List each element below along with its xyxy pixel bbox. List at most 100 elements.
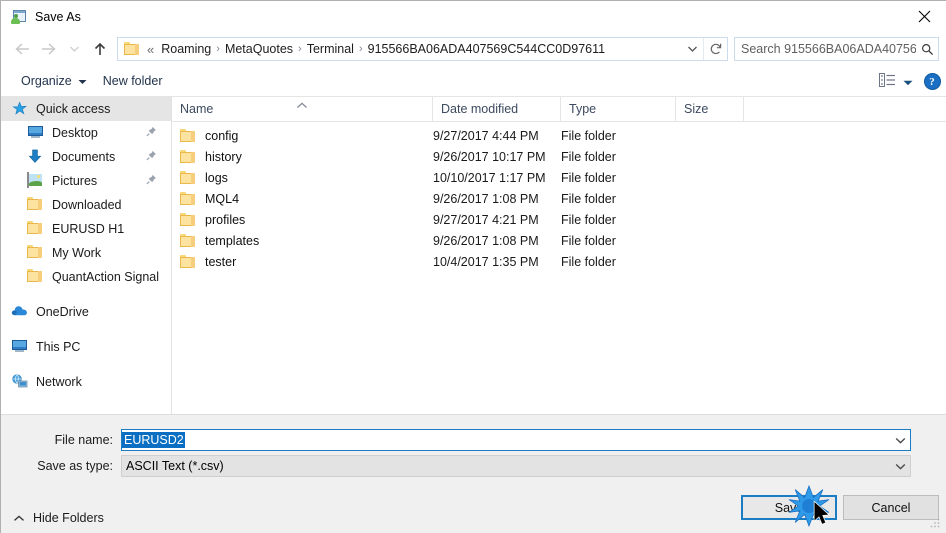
sidebar-item-downloaded[interactable]: Downloaded [1,193,171,217]
file-name-label: profiles [205,212,246,227]
organize-button[interactable]: Organize [13,69,95,93]
folder-icon [27,221,45,237]
table-row[interactable]: MQL4 9/26/2017 1:08 PM File folder [172,188,946,209]
table-row[interactable]: config 9/27/2017 4:44 PM File folder [172,125,946,146]
file-name-label: history [205,149,242,164]
refresh-icon[interactable] [703,38,727,60]
navigation-bar: « Roaming › MetaQuotes › Terminal › 9155… [1,32,946,66]
file-type-cell: File folder [561,149,616,164]
sidebar-divider [1,324,171,335]
table-row[interactable]: tester 10/4/2017 1:35 PM File folder [172,251,946,272]
column-header-name[interactable]: Name [172,97,433,121]
back-icon[interactable] [9,36,35,62]
new-folder-button[interactable]: New folder [95,69,171,93]
sidebar-item-desktop[interactable]: Desktop [1,121,171,145]
breadcrumb-item-metaquotes[interactable]: MetaQuotes [221,42,297,56]
folder-icon [124,42,140,56]
file-name-label: MQL4 [205,191,240,206]
sidebar-item-my-work[interactable]: My Work [1,241,171,265]
file-date-cell: 10/4/2017 1:35 PM [433,254,539,269]
file-name-label: tester [205,254,237,269]
help-icon[interactable]: ? [917,66,946,97]
sidebar-item-this-pc[interactable]: This PC [1,335,171,359]
file-name-label: config [205,128,239,143]
file-type-cell: File folder [561,254,616,269]
view-chevron-down-icon[interactable] [903,75,913,89]
address-chevron-down-icon[interactable] [681,38,703,60]
file-name-input[interactable]: EURUSD2 [121,429,911,451]
monitor-icon [11,339,29,355]
change-view-button[interactable] [875,70,917,94]
file-date-cell: 10/10/2017 1:17 PM [433,170,546,185]
hide-folders-button[interactable]: Hide Folders [13,511,104,525]
folder-icon [180,170,196,185]
sidebar-item-onedrive[interactable]: OneDrive [1,300,171,324]
sidebar-item-pictures[interactable]: Pictures [1,169,171,193]
file-date-cell: 9/27/2017 4:21 PM [433,212,539,227]
file-type-cell: File folder [561,170,616,185]
save-as-type-value: ASCII Text (*.csv) [126,459,224,473]
save-label: Save [774,500,804,515]
chevron-down-icon [78,74,87,88]
folder-icon [180,233,196,248]
file-name-value: EURUSD2 [122,432,185,448]
folder-icon [180,254,196,269]
forward-icon[interactable] [35,36,61,62]
file-list: Name Date modified Type Size config 9/27… [172,97,946,414]
breadcrumb-overflow[interactable]: « [142,42,157,57]
save-as-type-select[interactable]: ASCII Text (*.csv) [121,455,911,477]
table-row[interactable]: history 9/26/2017 10:17 PM File folder [172,146,946,167]
save-button[interactable]: Save [741,495,837,520]
file-rows: config 9/27/2017 4:44 PM File folder his… [172,122,946,272]
search-placeholder: Search 915566BA06ADA40756... [741,42,916,56]
column-header-date-modified[interactable]: Date modified [433,97,561,121]
folder-icon [27,245,45,261]
monitor-icon [27,125,45,141]
search-input[interactable]: Search 915566BA06ADA40756... [734,37,939,61]
hide-folders-label: Hide Folders [33,511,104,525]
file-name-cell: MQL4 [172,191,433,206]
navigation-pane: Quick access Desktop Documents Pictures … [1,97,172,414]
file-name-cell: templates [172,233,433,248]
save-as-window-icon [11,9,27,25]
network-icon [11,374,29,390]
column-header-type[interactable]: Type [561,97,676,121]
table-row[interactable]: profiles 9/27/2017 4:21 PM File folder [172,209,946,230]
file-name-cell: logs [172,170,433,185]
pin-icon [146,150,157,164]
picture-icon [27,172,45,189]
breadcrumb-item-terminal[interactable]: Terminal [303,42,358,56]
column-header-label: Size [684,102,709,116]
up-icon[interactable] [87,36,113,62]
sidebar-item-label: My Work [52,246,102,260]
close-icon[interactable] [901,1,946,32]
sidebar-item-documents[interactable]: Documents [1,145,171,169]
cancel-button[interactable]: Cancel [843,495,939,520]
save-as-dialog: Save As « Roaming › MetaQuotes › Termina… [0,0,946,533]
file-name-label: templates [205,233,260,248]
search-icon[interactable] [916,38,938,60]
toolbar-right-group: ? [875,66,946,97]
save-as-type-chevron-down-icon[interactable] [891,456,910,476]
file-name-chevron-down-icon[interactable] [891,430,910,450]
recent-locations-chevron-down-icon[interactable] [61,36,87,62]
cancel-label: Cancel [871,500,911,515]
breadcrumb-item-roaming[interactable]: Roaming [157,42,215,56]
list-view-icon [879,73,896,90]
column-header-label: Name [180,102,214,116]
breadcrumb-item-terminal-id[interactable]: 915566BA06ADA407569C544CC0D97611 [364,42,609,56]
sidebar-item-network[interactable]: Network [1,370,171,394]
sidebar-item-quick-access[interactable]: Quick access [1,97,171,121]
address-bar[interactable]: « Roaming › MetaQuotes › Terminal › 9155… [117,37,728,61]
table-row[interactable]: logs 10/10/2017 1:17 PM File folder [172,167,946,188]
title-bar: Save As [1,1,946,32]
folder-icon [180,191,196,206]
sidebar-item-label: Network [36,375,82,389]
sort-ascending-icon [296,98,309,112]
sidebar-item-eurusd-h1[interactable]: EURUSD H1 [1,217,171,241]
column-header-size[interactable]: Size [676,97,744,121]
table-row[interactable]: templates 9/26/2017 1:08 PM File folder [172,230,946,251]
sidebar-item-quantaction-signal[interactable]: QuantAction Signal [1,265,171,289]
folder-icon [27,269,45,285]
resize-grip-icon[interactable] [929,517,941,529]
